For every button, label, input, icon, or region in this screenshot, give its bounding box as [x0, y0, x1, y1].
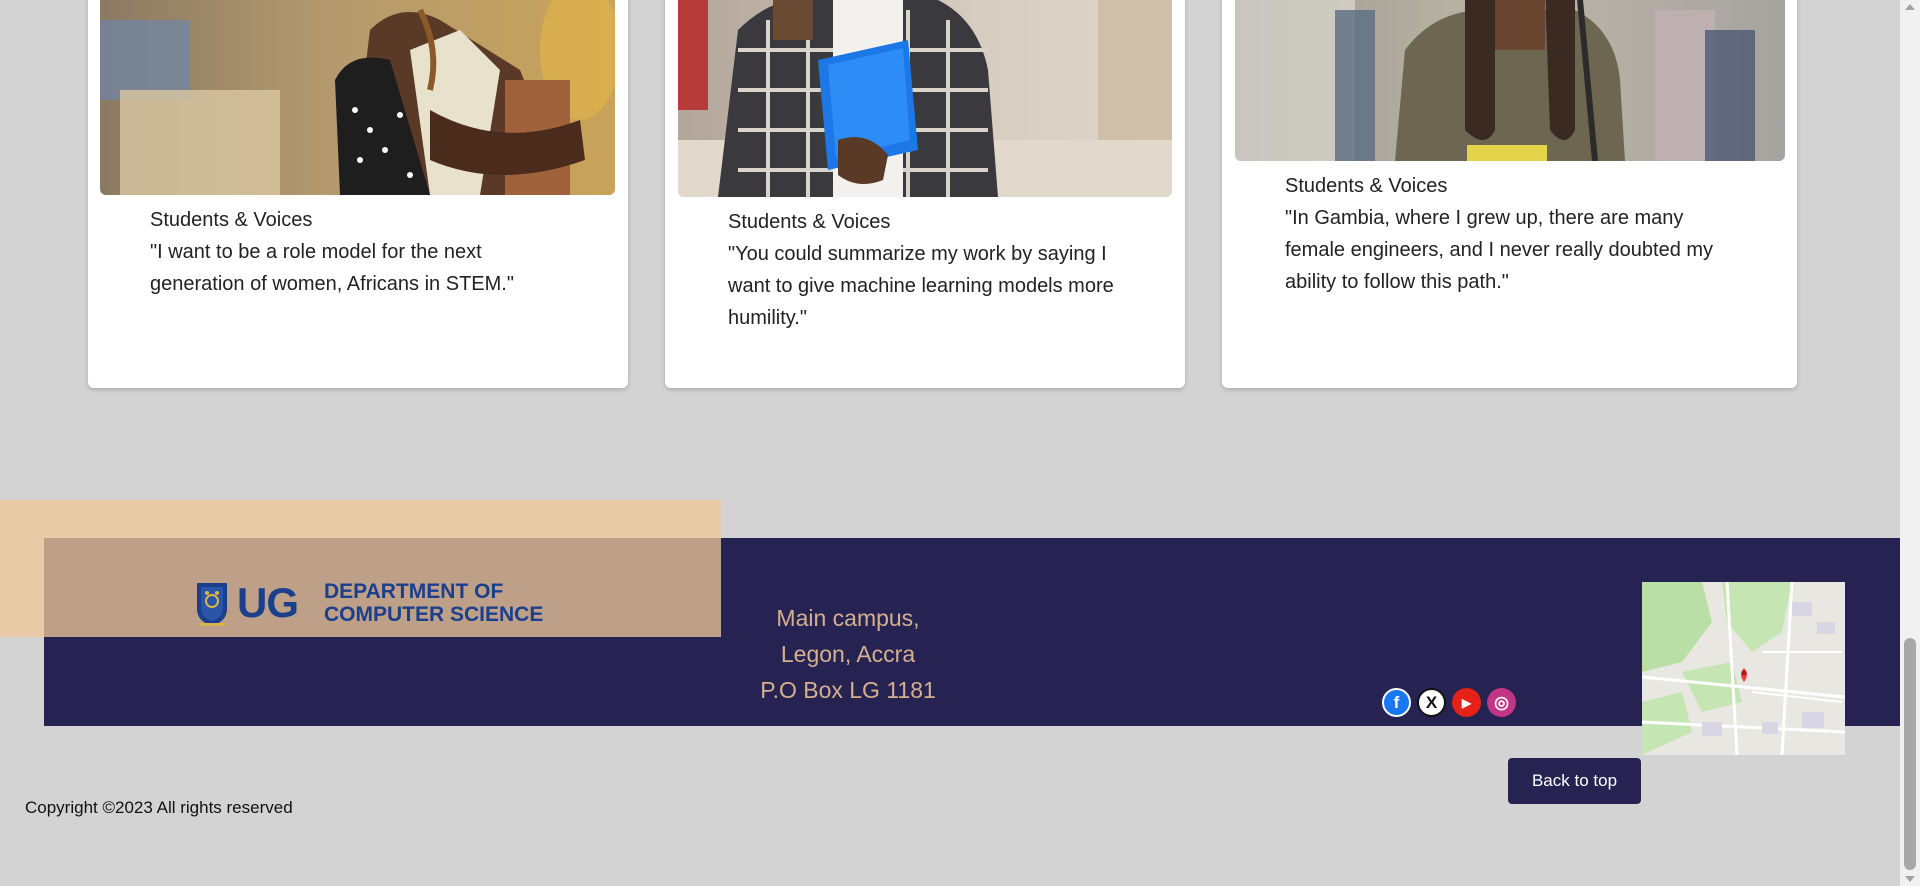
logo-ug-text: UG: [237, 579, 299, 626]
student-photo-1: [100, 0, 615, 195]
card-text-2: Students & Voices "You could summarize m…: [728, 206, 1128, 334]
map-image: [1642, 582, 1845, 755]
student-card-3[interactable]: Students & Voices "In Gambia, where I gr…: [1222, 0, 1797, 388]
x-twitter-icon[interactable]: X: [1417, 688, 1446, 717]
department-logo[interactable]: UG DEPARTMENT OF COMPUTER SCIENCE: [195, 578, 543, 628]
student-photo-2: [678, 0, 1172, 197]
logo-line-2: COMPUTER SCIENCE: [324, 603, 544, 626]
ug-crest-icon: [197, 583, 227, 626]
address-line-1: Main campus,: [776, 605, 920, 631]
vertical-scrollbar[interactable]: [1900, 0, 1920, 886]
student-photo-3: [1235, 0, 1785, 161]
scroll-up-arrow-icon[interactable]: [1905, 4, 1915, 10]
back-to-top-button[interactable]: Back to top: [1508, 758, 1641, 804]
page: Students & Voices "I want to be a role m…: [0, 0, 1900, 886]
student-card-2[interactable]: Students & Voices "You could summarize m…: [665, 0, 1185, 388]
card-text-1: Students & Voices "I want to be a role m…: [150, 204, 550, 300]
facebook-icon[interactable]: f: [1382, 688, 1411, 717]
student-card-1[interactable]: Students & Voices "I want to be a role m…: [88, 0, 628, 388]
logo-department-name: DEPARTMENT OF COMPUTER SCIENCE: [324, 580, 543, 626]
address-line-2: Legon, Accra: [780, 641, 916, 667]
logo-line-1: DEPARTMENT OF: [324, 580, 504, 603]
campus-map[interactable]: [1642, 582, 1845, 755]
card-category: Students & Voices: [728, 211, 891, 233]
address-line-3: P.O Box LG 1181: [760, 677, 936, 703]
campus-address: Main campus, Legon, Accra P.O Box LG 118…: [740, 600, 956, 708]
social-links: f X ▶ ◎: [1382, 688, 1516, 717]
card-quote: "You could summarize my work by saying I…: [728, 243, 1114, 329]
copyright-text: Copyright ©2023 All rights reserved: [25, 798, 293, 817]
card-category: Students & Voices: [1285, 175, 1448, 197]
card-category: Students & Voices: [150, 209, 313, 231]
youtube-icon[interactable]: ▶: [1452, 688, 1481, 717]
scroll-down-arrow-icon[interactable]: [1905, 876, 1915, 882]
card-quote: "In Gambia, where I grew up, there are m…: [1285, 207, 1714, 293]
scrollbar-thumb[interactable]: [1904, 638, 1916, 870]
card-quote: "I want to be a role model for the next …: [150, 241, 514, 295]
card-text-3: Students & Voices "In Gambia, where I gr…: [1285, 170, 1745, 298]
instagram-icon[interactable]: ◎: [1487, 688, 1516, 717]
